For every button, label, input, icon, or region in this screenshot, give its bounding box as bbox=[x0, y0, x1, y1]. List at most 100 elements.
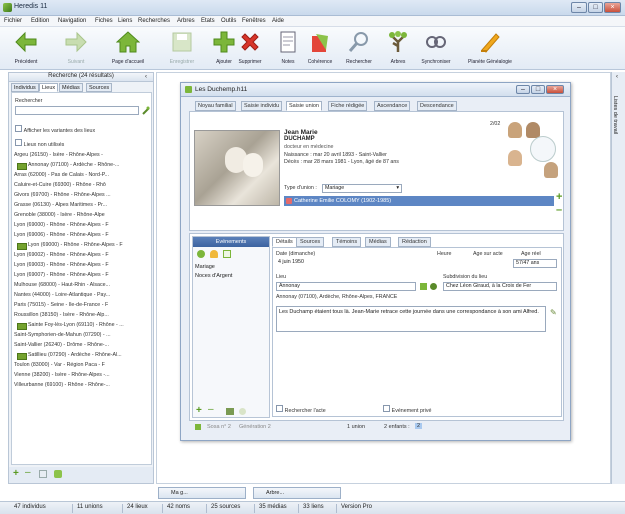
menu-arbres[interactable]: Arbres bbox=[177, 18, 195, 24]
tab-medias[interactable]: Médias bbox=[59, 83, 83, 92]
child-avatar-2[interactable] bbox=[544, 162, 558, 178]
place-list-item[interactable]: Lyon (69000) - Rhône - Rhône-Alpes - F bbox=[14, 222, 138, 232]
search-act-option[interactable]: Rechercher l'acte bbox=[276, 405, 326, 414]
edit-place-icon[interactable] bbox=[39, 470, 47, 478]
place-list-item[interactable]: Satillieu (07290) - Ardèche - Rhône-Al..… bbox=[14, 352, 138, 362]
place-list-item[interactable]: Annonay (07100) - Ardèche - Rhône-... bbox=[14, 162, 138, 172]
unused-places-option[interactable]: Lieux non utilisés bbox=[15, 139, 64, 148]
menu-edition[interactable]: Edition bbox=[31, 18, 49, 24]
place-list-item[interactable]: Mulhouse (68000) - Haut-Rhin - Alsace... bbox=[14, 282, 138, 292]
inner-close-button[interactable]: × bbox=[546, 85, 564, 94]
event-note-textarea[interactable]: Les Duchamp étaient tous là. Jean-Marie … bbox=[276, 306, 546, 332]
place-browse-icon[interactable] bbox=[420, 283, 427, 290]
father-avatar[interactable] bbox=[508, 122, 522, 138]
couple-photo[interactable] bbox=[194, 130, 280, 206]
place-list-item[interactable]: Lyon (69002) - Rhône - Rhône-Alpes - F bbox=[14, 252, 138, 262]
minimize-button[interactable]: – bbox=[571, 2, 587, 13]
planet-genealogy-button[interactable]: Planète Généalogie bbox=[466, 30, 514, 70]
tab-individus[interactable]: Individus bbox=[11, 83, 39, 92]
private-event-option[interactable]: Evénement privé bbox=[383, 405, 431, 414]
collapse-panel-icon[interactable]: ‹ bbox=[145, 74, 147, 80]
menu-aide[interactable]: Aide bbox=[272, 18, 284, 24]
menu-outils[interactable]: Outils bbox=[221, 18, 236, 24]
real-age-input[interactable]: 57/47 ans bbox=[513, 259, 557, 268]
place-list-item[interactable]: Givors (69700) - Rhône - Rhône-Alpes ... bbox=[14, 192, 138, 202]
remove-event-icon[interactable]: – bbox=[208, 404, 214, 415]
children-count[interactable]: 2 bbox=[415, 423, 423, 429]
place-list-item[interactable]: Saint-Vallier (26240) - Drôme - Rhône-..… bbox=[14, 342, 138, 352]
place-search-icon[interactable] bbox=[430, 283, 437, 290]
menu-fiches[interactable]: Fiches bbox=[95, 18, 113, 24]
back-button[interactable]: Précédent bbox=[2, 30, 50, 70]
tab-temoins[interactable]: Témoins bbox=[332, 237, 362, 247]
private-event-checkbox[interactable] bbox=[383, 405, 390, 412]
event-share-icon[interactable] bbox=[239, 408, 246, 415]
date-input[interactable]: 4 juin 1950 bbox=[276, 259, 431, 268]
sync-button[interactable]: Synchroniser bbox=[412, 30, 460, 70]
close-button[interactable]: × bbox=[604, 2, 621, 13]
remove-spouse-icon[interactable]: – bbox=[556, 204, 562, 216]
search-go-icon[interactable] bbox=[142, 106, 150, 115]
tab-ascendance[interactable]: Ascendance bbox=[374, 101, 411, 111]
tab-fiche-redigee[interactable]: Fiche rédigée bbox=[328, 101, 368, 111]
worklists-expand-icon[interactable]: ‹ bbox=[616, 74, 618, 80]
place-list-item[interactable]: Lyon (69006) - Rhône - Rhône-Alpes - F bbox=[14, 232, 138, 242]
event-media-icon[interactable] bbox=[226, 408, 234, 415]
add-spouse-icon[interactable]: + bbox=[556, 191, 562, 203]
place-list-item[interactable]: Saint-Symphorien-de-Mahun (07290) - ... bbox=[14, 332, 138, 342]
place-list-item[interactable]: Grasse (06130) - Alpes Maritimes - Pr... bbox=[14, 202, 138, 212]
menu-fenetres[interactable]: Fenêtres bbox=[242, 18, 266, 24]
place-list-item[interactable]: Grenoble (38000) - Isère - Rhône-Alpe bbox=[14, 212, 138, 222]
tab-saisie-union[interactable]: Saisie union bbox=[286, 101, 322, 111]
event-person-icon[interactable] bbox=[210, 250, 218, 258]
search-act-checkbox[interactable] bbox=[276, 405, 283, 412]
variants-checkbox[interactable] bbox=[15, 125, 22, 132]
place-list-item[interactable]: Paris (75015) - Seine - Île-de-France - … bbox=[14, 302, 138, 312]
place-list-item[interactable]: Vienne (38200) - Isère - Rhône-Alpes -..… bbox=[14, 372, 138, 382]
inner-minimize-button[interactable]: – bbox=[516, 85, 530, 94]
place-list-item[interactable]: Nantes (44000) - Loire-Atlantique - Pay.… bbox=[14, 292, 138, 302]
family-thumbnails[interactable] bbox=[508, 118, 560, 180]
tab-medias-detail[interactable]: Médias bbox=[365, 237, 391, 247]
place-list-item[interactable]: Toulon (83000) - Var - Région Paca - F bbox=[14, 362, 138, 372]
spouse-row[interactable]: Catherine Emilie COLOMY (1902-1985) bbox=[284, 196, 554, 206]
tab-saisie-individu[interactable]: Saisie individu bbox=[241, 101, 283, 111]
add-event-icon[interactable]: + bbox=[196, 405, 202, 416]
place-list-item[interactable]: Arras (62000) - Pas de Calais - Nord-P..… bbox=[14, 172, 138, 182]
union-type-select[interactable]: Mariage ▾ bbox=[322, 184, 402, 193]
maximize-button[interactable]: □ bbox=[588, 2, 603, 13]
variants-option[interactable]: Afficher les variantes des lieux bbox=[15, 125, 95, 134]
menu-navigation[interactable]: Navigation bbox=[58, 18, 86, 24]
worklists-strip[interactable]: ‹ Listes de travail bbox=[611, 72, 625, 484]
place-input[interactable]: Annonay bbox=[276, 282, 416, 291]
unused-places-checkbox[interactable] bbox=[15, 139, 22, 146]
event-add-icon[interactable] bbox=[197, 250, 205, 258]
tab-sources[interactable]: Sources bbox=[86, 83, 113, 92]
remove-place-icon[interactable]: – bbox=[25, 467, 31, 478]
menu-recherches[interactable]: Recherches bbox=[138, 18, 170, 24]
add-place-icon[interactable]: + bbox=[13, 468, 19, 479]
tab-noyau-familial[interactable]: Noyau familial bbox=[195, 101, 236, 111]
taskbar-window-2[interactable]: Arbre... bbox=[253, 487, 341, 499]
tab-lieux[interactable]: Lieux bbox=[39, 83, 59, 92]
menu-fichier[interactable]: Fichier bbox=[4, 18, 22, 24]
event-calendar-icon[interactable] bbox=[223, 250, 231, 258]
place-list-item[interactable]: Roussillon (38150) - Isère - Rhône-Alp..… bbox=[14, 312, 138, 322]
place-list-item[interactable]: Caluire-et-Cuire (69300) - Rhône - Rhô bbox=[14, 182, 138, 192]
tab-details[interactable]: Détails bbox=[272, 237, 297, 247]
union-circle-icon[interactable] bbox=[530, 136, 556, 162]
taskbar-window-1[interactable]: Ma g... bbox=[158, 487, 246, 499]
mother-avatar[interactable] bbox=[526, 122, 540, 138]
place-list-item[interactable]: Lyon (69000) - Rhône - Rhône-Alpes - F bbox=[14, 242, 138, 252]
menu-liens[interactable]: Liens bbox=[118, 18, 132, 24]
event-item-mariage[interactable]: Mariage bbox=[195, 264, 267, 273]
menu-etats[interactable]: Etats bbox=[201, 18, 215, 24]
place-list-item[interactable]: Lyon (69007) - Rhône - Rhône-Alpes - F bbox=[14, 272, 138, 282]
edit-note-icon[interactable]: ✎ bbox=[550, 308, 557, 317]
subdivision-input[interactable]: Chez Léon Giraud, à la Croix de Fer bbox=[443, 282, 557, 291]
save-button[interactable]: Enregistrer bbox=[158, 30, 206, 70]
tab-redaction[interactable]: Rédaction bbox=[398, 237, 431, 247]
tag-place-icon[interactable] bbox=[54, 470, 62, 478]
child-avatar-1[interactable] bbox=[508, 150, 522, 166]
place-list-item[interactable]: Argeu (26150) - Isère - Rhône-Alpes - bbox=[14, 152, 138, 162]
